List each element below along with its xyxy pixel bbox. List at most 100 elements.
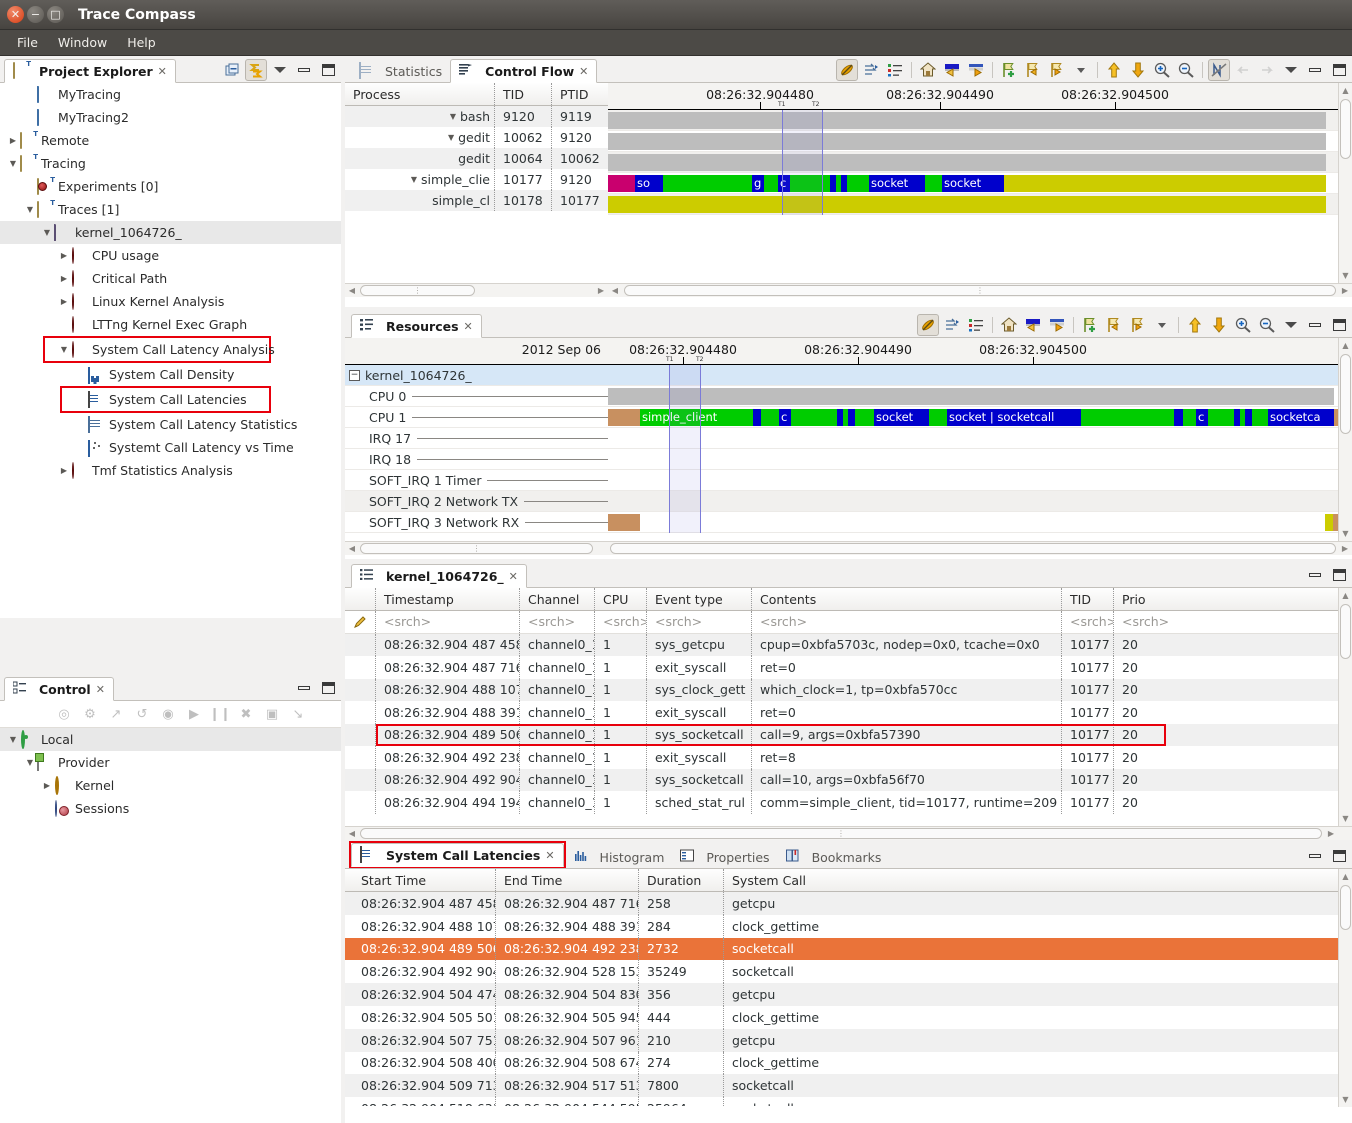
zoom-out-icon[interactable] xyxy=(1175,59,1197,81)
close-icon[interactable]: ✕ xyxy=(96,683,105,696)
scroll-left-arrow[interactable]: ◀ xyxy=(345,284,359,297)
control-flow-process-row[interactable]: simple_clie101779120 xyxy=(345,169,608,190)
resources-timegraph[interactable]: 08:26:32.90448008:26:32.90449008:26:32.9… xyxy=(608,338,1352,541)
events-hscroll[interactable]: ◀ ⋮ ▶ xyxy=(345,826,1352,840)
tab-system-call-latencies[interactable]: System Call Latencies✕ xyxy=(351,843,564,867)
resources-row[interactable]: SOFT_IRQ 1 Timer xyxy=(345,470,608,491)
timegraph-state-block[interactable]: socketca xyxy=(1268,409,1334,426)
up-arrow-icon[interactable] xyxy=(1103,59,1125,81)
timegraph-state-block[interactable] xyxy=(608,196,1326,213)
search-event-type[interactable]: <srch> xyxy=(647,611,752,633)
minimize-icon[interactable] xyxy=(1304,59,1326,81)
column-header-event-type[interactable]: Event type xyxy=(647,588,752,610)
timegraph-row[interactable] xyxy=(608,131,1352,152)
tree-item-system-call-latencies[interactable]: System Call Latencies xyxy=(62,388,269,411)
expand-arrow-open-icon[interactable] xyxy=(444,133,458,142)
expand-arrow-closed-icon[interactable] xyxy=(57,274,71,283)
minimize-icon[interactable] xyxy=(1304,845,1326,867)
expand-arrow-closed-icon[interactable] xyxy=(57,251,71,260)
timegraph-state-block[interactable] xyxy=(848,409,855,426)
search-tid[interactable]: <srch> xyxy=(1062,611,1114,633)
search-timestamp[interactable]: <srch> xyxy=(376,611,520,633)
tree-item-local[interactable]: Local xyxy=(0,728,341,751)
timegraph-row[interactable] xyxy=(608,491,1352,512)
follow-arrow-icon[interactable] xyxy=(941,314,963,336)
timegraph-row[interactable]: simple_clientcsocketsocket | socketcallc… xyxy=(608,407,1352,428)
latency-table-row[interactable]: 08:26:32.904 488 10708:26:32.904 488 391… xyxy=(345,915,1352,938)
expand-arrow-open-icon[interactable] xyxy=(23,205,37,214)
search-cpu[interactable]: <srch> xyxy=(595,611,647,633)
minimize-icon[interactable] xyxy=(1304,314,1326,336)
tree-item-tmf-statistics-analysis[interactable]: Tmf Statistics Analysis xyxy=(0,459,341,482)
events-table-rows[interactable]: <srch><srch><srch><srch><srch><srch><src… xyxy=(345,611,1352,814)
scroll-thumb[interactable]: ⋮ xyxy=(360,543,593,554)
latency-table-body[interactable]: Start Time End Time Duration System Call… xyxy=(345,869,1352,1107)
tree-item-critical-path[interactable]: Critical Path xyxy=(0,267,341,290)
resources-timeruler[interactable]: 08:26:32.90448008:26:32.90449008:26:32.9… xyxy=(608,338,1352,365)
view-menu-icon[interactable] xyxy=(269,59,291,81)
minimize-icon[interactable] xyxy=(293,677,315,699)
next-event-icon[interactable] xyxy=(1046,314,1068,336)
search-prio[interactable]: <srch> xyxy=(1114,611,1352,633)
scroll-left-arrow[interactable]: ◀ xyxy=(608,284,622,297)
maximize-icon[interactable] xyxy=(1328,564,1350,586)
events-table-row[interactable]: 08:26:32.904 494 194channel0_11sched_sta… xyxy=(345,791,1352,814)
forward-icon[interactable] xyxy=(1256,59,1278,81)
latency-table-row[interactable]: 08:26:32.904 505 50108:26:32.904 505 945… xyxy=(345,1006,1352,1029)
resources-rows[interactable]: −kernel_1064726_CPU 0CPU 1IRQ 17IRQ 18SO… xyxy=(345,365,608,533)
timegraph-state-block[interactable] xyxy=(1174,409,1183,426)
tab-bookmarks[interactable]: Bookmarks xyxy=(778,845,890,869)
filter-icon[interactable] xyxy=(917,314,939,336)
prev-bookmark-icon[interactable] xyxy=(1103,314,1125,336)
next-bookmark-icon[interactable] xyxy=(1127,314,1149,336)
expand-arrow-open-icon[interactable] xyxy=(57,345,71,354)
tree-item-kernel[interactable]: Kernel xyxy=(0,774,341,797)
column-header-cpu[interactable]: CPU xyxy=(595,588,647,610)
latency-table-rows[interactable]: 08:26:32.904 487 45808:26:32.904 487 716… xyxy=(345,892,1352,1106)
view-menu-icon[interactable] xyxy=(1280,314,1302,336)
resources-vscrollbar[interactable]: ▲ ▼ xyxy=(1338,338,1352,541)
column-header-process[interactable]: Process xyxy=(345,83,495,105)
home-icon[interactable] xyxy=(998,314,1020,336)
filter-icon[interactable] xyxy=(836,59,858,81)
maximize-icon[interactable] xyxy=(1328,314,1350,336)
dropdown-icon[interactable] xyxy=(1151,314,1173,336)
tree-item-experiments-0[interactable]: Experiments [0] xyxy=(0,175,341,198)
project-explorer-tree[interactable]: MyTracingMyTracing2RemoteTracingExperime… xyxy=(0,83,341,617)
column-header-timestamp[interactable]: Timestamp xyxy=(376,588,520,610)
expand-arrow-open-icon[interactable] xyxy=(6,159,20,168)
column-header-system-call[interactable]: System Call xyxy=(724,869,1352,891)
events-vscrollbar[interactable]: ▲ ▼ xyxy=(1338,588,1352,826)
scroll-right-arrow[interactable]: ▶ xyxy=(1324,827,1338,840)
close-icon[interactable]: ✕ xyxy=(464,320,473,333)
minimize-icon[interactable] xyxy=(293,59,315,81)
timegraph-state-block[interactable] xyxy=(608,388,1334,405)
events-table-row[interactable]: 08:26:32.904 489 506channel0_11sys_socke… xyxy=(345,724,1352,747)
timegraph-state-block[interactable] xyxy=(608,112,1326,129)
expand-arrow-open-icon[interactable] xyxy=(6,735,20,744)
scroll-thumb[interactable] xyxy=(1340,604,1351,659)
timegraph-state-block[interactable] xyxy=(608,514,640,531)
timegraph-state-block[interactable]: simple_client xyxy=(640,409,753,426)
window-close-button[interactable]: ✕ xyxy=(7,6,24,23)
collapse-all-icon[interactable] xyxy=(221,59,243,81)
timegraph-state-block[interactable]: socket xyxy=(942,175,1004,192)
link-with-editor-icon[interactable] xyxy=(245,59,267,81)
resources-row[interactable]: CPU 0 xyxy=(345,386,608,407)
next-event-icon[interactable] xyxy=(965,59,987,81)
zoom-in-icon[interactable] xyxy=(1232,314,1254,336)
timegraph-state-block[interactable] xyxy=(1208,409,1234,426)
tree-item-mytracing2[interactable]: MyTracing2 xyxy=(0,106,341,129)
view-menu-icon[interactable] xyxy=(1280,59,1302,81)
column-header-channel[interactable]: Channel xyxy=(520,588,595,610)
tab-histogram[interactable]: Histogram xyxy=(566,845,673,869)
scroll-thumb[interactable] xyxy=(610,543,1336,554)
column-header-tid[interactable]: TID xyxy=(1062,588,1114,610)
scroll-thumb[interactable]: ⋮ xyxy=(624,285,1336,296)
timegraph-state-block[interactable]: so xyxy=(635,175,663,192)
tree-item-sessions[interactable]: Sessions xyxy=(0,797,341,820)
timegraph-state-block[interactable] xyxy=(925,175,942,192)
next-bookmark-icon[interactable] xyxy=(1046,59,1068,81)
down-arrow-icon[interactable] xyxy=(1127,59,1149,81)
control-flow-process-row[interactable]: simple_cl1017810177 xyxy=(345,190,608,211)
